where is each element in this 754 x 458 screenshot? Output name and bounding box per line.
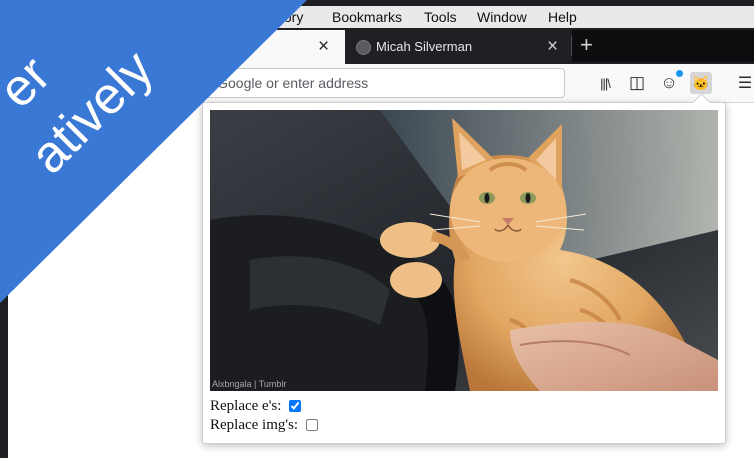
menu-window[interactable]: Window <box>477 8 527 26</box>
hamburger-menu-icon[interactable]: ☰ <box>734 72 754 94</box>
tab-divider <box>571 36 572 56</box>
menu-history[interactable]: tory <box>280 8 303 26</box>
option-replace-imgs: Replace img's: <box>210 416 319 434</box>
library-icon[interactable]: |||\ <box>594 72 616 94</box>
option-replace-imgs-label: Replace img's: <box>210 416 299 433</box>
replace-imgs-checkbox[interactable] <box>306 419 319 431</box>
menu-help[interactable]: Help <box>548 8 577 26</box>
macos-menubar: tory Bookmarks Tools Window Help <box>0 0 754 34</box>
option-replace-es: Replace e's: <box>210 397 302 415</box>
new-tab-button[interactable]: + <box>580 34 593 56</box>
tab-close-icon[interactable]: × <box>547 37 558 56</box>
menu-tools[interactable]: Tools <box>424 8 457 26</box>
sidebar-icon[interactable]: ◫ <box>626 72 648 94</box>
address-bar[interactable]: rch with Google or enter address <box>150 68 565 98</box>
tab-close-icon[interactable]: × <box>318 37 329 56</box>
menu-bookmarks[interactable]: Bookmarks <box>332 8 402 26</box>
notification-dot-icon <box>676 70 683 77</box>
photo-credit-watermark: Alxbngala | Tumblr <box>212 379 286 389</box>
cat-photo: Alxbngala | Tumblr <box>210 110 718 391</box>
option-replace-es-label: Replace e's: <box>210 397 282 414</box>
tab-favicon-icon <box>356 40 371 55</box>
tab-active[interactable]: × <box>0 30 345 64</box>
replace-es-checkbox[interactable] <box>289 400 302 412</box>
tab-label: Micah Silverman <box>376 39 473 54</box>
cat-extension-icon[interactable]: 🐱 <box>690 72 712 94</box>
